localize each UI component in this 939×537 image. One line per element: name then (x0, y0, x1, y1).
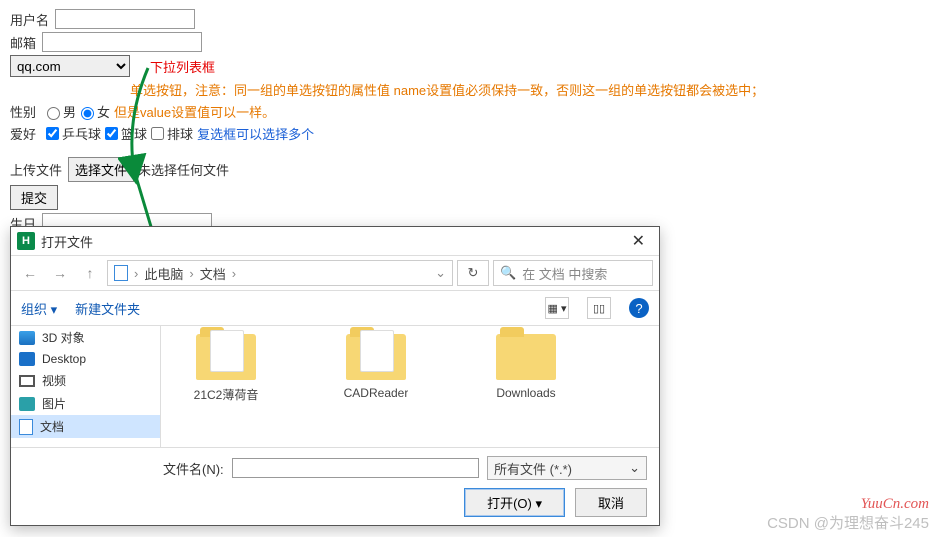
folder-item[interactable]: Downloads (481, 334, 571, 439)
breadcrumb[interactable]: › 此电脑 › 文档 › ⌄ (107, 260, 453, 286)
help-icon[interactable]: ? (629, 298, 649, 318)
open-file-dialog: H 打开文件 ✕ ← → ↑ › 此电脑 › 文档 › ⌄ ↻ 🔍 在 文档 中… (10, 226, 660, 526)
gender-male-label: 男 (63, 102, 76, 121)
view-mode-button[interactable]: ▦ ▾ (545, 297, 569, 319)
nav-up-icon[interactable]: ↑ (77, 260, 103, 286)
organize-menu[interactable]: 组织 ▾ (21, 299, 57, 318)
hobby-label: 爱好 (10, 124, 36, 143)
search-icon: 🔍 (500, 265, 516, 281)
chevron-right-icon: › (134, 266, 138, 281)
chevron-down-icon: ⌄ (629, 460, 640, 476)
chevron-right-icon: › (232, 266, 236, 281)
file-status: 未选择任何文件 (138, 160, 229, 179)
sidebar-item-pictures[interactable]: 图片 (11, 392, 160, 415)
hobby-volleyball-label: 排球 (167, 124, 193, 143)
filename-input[interactable] (232, 458, 479, 478)
desktop-icon (19, 352, 35, 366)
folder-item[interactable]: CADReader (331, 334, 421, 439)
hobby-volleyball-check[interactable] (151, 127, 164, 140)
search-placeholder: 在 文档 中搜索 (522, 264, 607, 283)
folder-icon (496, 334, 556, 380)
submit-button[interactable]: 提交 (10, 185, 58, 210)
file-filter-select[interactable]: 所有文件 (*.*)⌄ (487, 456, 647, 480)
note-radio-1: 单选按钮，注意：同一组的单选按钮的属性值 name设置值必须保持一致，否则这一组… (130, 80, 764, 99)
close-icon[interactable]: ✕ (624, 231, 653, 251)
crumb-pc[interactable]: 此电脑 (144, 264, 183, 283)
open-button[interactable]: 打开(O) ▾ (464, 488, 565, 517)
search-input[interactable]: 🔍 在 文档 中搜索 (493, 260, 653, 286)
note-dropdown: 下拉列表框 (150, 57, 215, 76)
new-folder-button[interactable]: 新建文件夹 (75, 299, 140, 318)
email-domain-select[interactable]: qq.com (10, 55, 130, 77)
file-list: 21C2薄荷音 CADReader Downloads (161, 326, 659, 447)
app-icon: H (17, 232, 35, 250)
sidebar-item-3d[interactable]: 3D 对象 (11, 326, 160, 349)
dialog-title: 打开文件 (41, 232, 93, 251)
hobby-basketball-label: 篮球 (121, 124, 147, 143)
folder-icon (196, 334, 256, 380)
sidebar-item-desktop[interactable]: Desktop (11, 349, 160, 369)
refresh-icon[interactable]: ↻ (457, 260, 489, 286)
choose-file-button[interactable]: 选择文件 (68, 157, 134, 182)
upload-label: 上传文件 (10, 160, 62, 179)
document-icon (19, 419, 33, 435)
gender-male-radio[interactable] (47, 107, 60, 120)
gender-female-radio[interactable] (81, 107, 94, 120)
doc-icon (114, 265, 128, 281)
username-input[interactable] (55, 9, 195, 29)
csdn-watermark: CSDN @为理想奋斗245 (767, 512, 929, 533)
cancel-button[interactable]: 取消 (575, 488, 647, 517)
chevron-right-icon: › (189, 266, 193, 281)
gender-female-label: 女 (97, 102, 110, 121)
hobby-basketball-check[interactable] (105, 127, 118, 140)
hobby-pingpong-check[interactable] (46, 127, 59, 140)
preview-pane-button[interactable]: ▯▯ (587, 297, 611, 319)
crumb-doc[interactable]: 文档 (200, 264, 226, 283)
video-icon (19, 375, 35, 387)
folder-item[interactable]: 21C2薄荷音 (181, 334, 271, 439)
sidebar: 3D 对象 Desktop 视频 图片 文档 (11, 326, 161, 447)
3d-icon (19, 331, 35, 345)
watermark: YuuCn.com (861, 496, 929, 513)
chevron-down-icon[interactable]: ⌄ (435, 265, 446, 281)
filename-label: 文件名(N): (163, 459, 224, 478)
picture-icon (19, 397, 35, 411)
folder-icon (346, 334, 406, 380)
nav-fwd-icon[interactable]: → (47, 260, 73, 286)
note-radio-2: 但是value设置值可以一样。 (114, 102, 275, 121)
email-input[interactable] (42, 32, 202, 52)
gender-label: 性别 (10, 102, 36, 121)
username-label: 用户名 (10, 10, 49, 29)
email-label: 邮箱 (10, 33, 36, 52)
note-checkbox: 复选框可以选择多个 (197, 124, 314, 143)
sidebar-item-video[interactable]: 视频 (11, 369, 160, 392)
sidebar-item-documents[interactable]: 文档 (11, 415, 160, 438)
hobby-pingpong-label: 乒乓球 (62, 124, 101, 143)
nav-back-icon[interactable]: ← (17, 260, 43, 286)
